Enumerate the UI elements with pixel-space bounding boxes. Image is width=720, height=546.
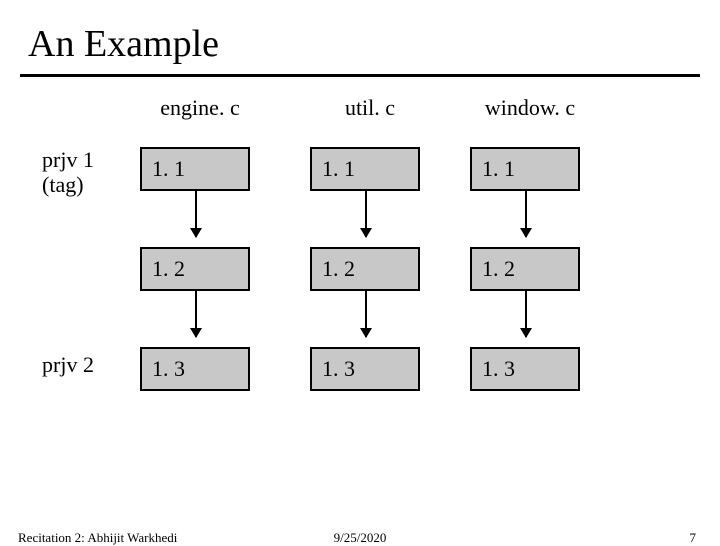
- diagram-area: engine. c util. c window. c prjv 1(tag) prjv…: [0, 77, 720, 477]
- footer-left: Recitation 2: Abhijit Warkhedi: [18, 530, 177, 546]
- arrow-down-icon: [195, 291, 197, 337]
- version-box: 1. 2: [140, 247, 250, 291]
- version-box: 1. 1: [310, 147, 420, 191]
- arrow-down-icon: [525, 191, 527, 237]
- version-box: 1. 2: [310, 247, 420, 291]
- footer-date: 9/25/2020: [334, 530, 387, 546]
- column-header: engine. c: [140, 95, 260, 121]
- arrow-down-icon: [365, 291, 367, 337]
- version-box: 1. 3: [470, 347, 580, 391]
- arrow-down-icon: [365, 191, 367, 237]
- version-box: 1. 1: [140, 147, 250, 191]
- arrow-down-icon: [195, 191, 197, 237]
- version-box: 1. 2: [470, 247, 580, 291]
- row-label: prjv 2: [42, 352, 94, 377]
- column-header: util. c: [310, 95, 430, 121]
- arrow-down-icon: [525, 291, 527, 337]
- version-box: 1. 1: [470, 147, 580, 191]
- version-box: 1. 3: [310, 347, 420, 391]
- version-box: 1. 3: [140, 347, 250, 391]
- column-header: window. c: [470, 95, 590, 121]
- row-label: prjv 1(tag): [42, 147, 94, 198]
- footer-page-number: 7: [690, 530, 697, 546]
- slide-title: An Example: [0, 0, 720, 74]
